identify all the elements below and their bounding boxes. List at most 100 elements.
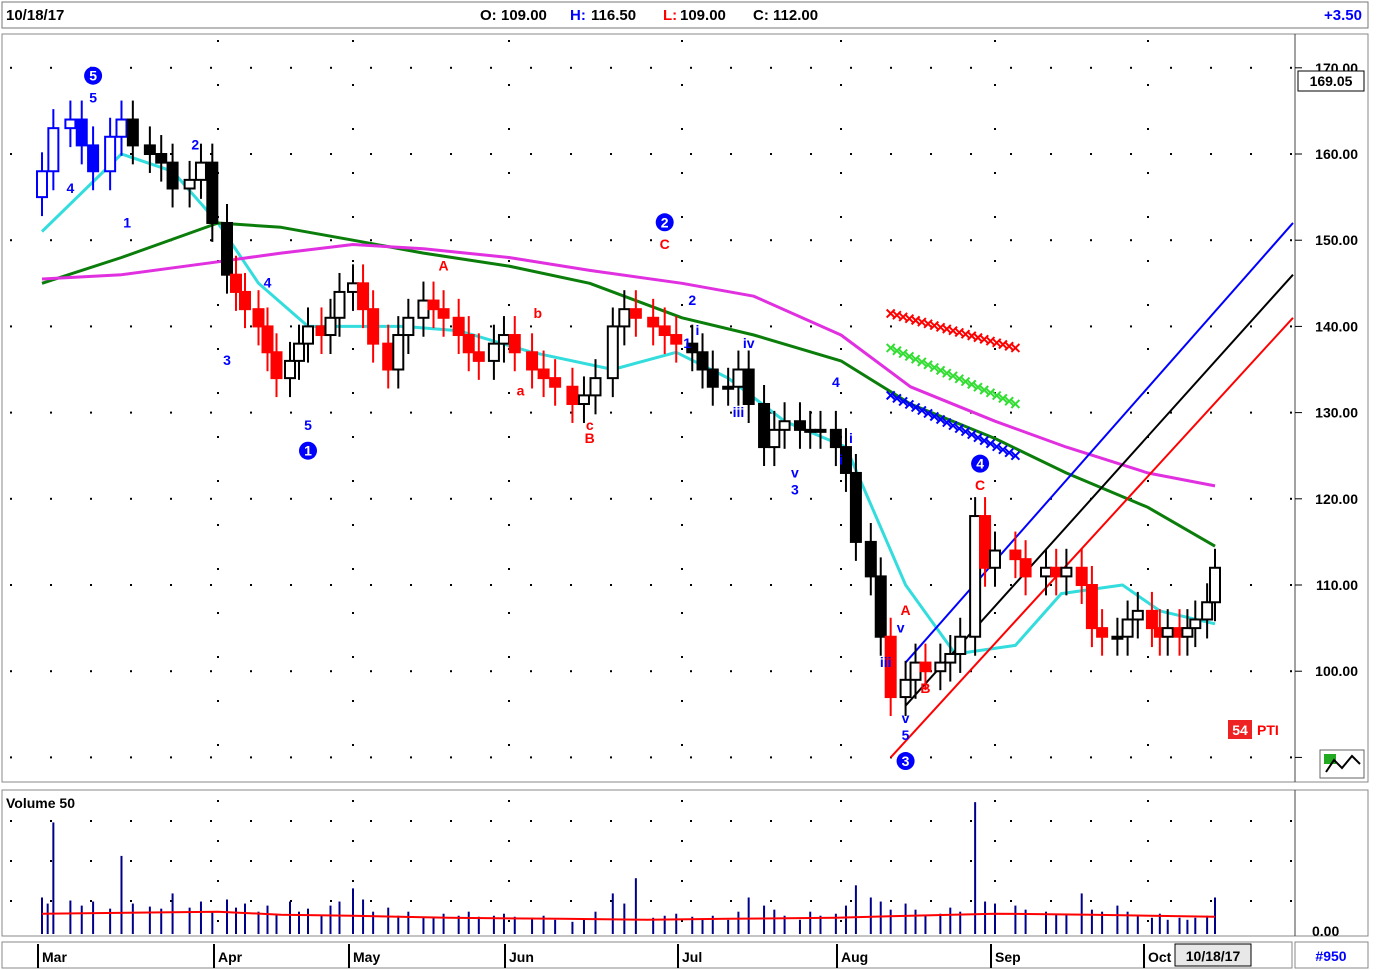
grid-dot [994, 700, 996, 702]
grid-dot [530, 153, 532, 156]
header-open-value: 109.00 [501, 7, 547, 24]
grid-dot [570, 900, 572, 902]
grid-dot [90, 900, 92, 902]
grid-dot [50, 584, 52, 587]
grid-dot [1210, 411, 1212, 414]
grid-dot [970, 900, 972, 902]
grid-dot [1250, 670, 1252, 673]
grid-dot [410, 860, 412, 862]
grid-dot [450, 497, 452, 500]
grid-dot [1147, 480, 1149, 482]
grid-dot [217, 656, 219, 658]
grid-dot [1050, 670, 1052, 673]
y-tick-label: 160.00 [1315, 146, 1358, 162]
grid-dot [890, 820, 892, 822]
volume-bar [531, 917, 534, 934]
grid-dot [930, 239, 932, 242]
chart-thumbnail-icon[interactable] [1319, 749, 1365, 779]
grid-dot [890, 497, 892, 500]
grid-dot [650, 584, 652, 587]
grid-dot [330, 756, 332, 759]
grid-dot [50, 497, 52, 500]
grid-dot [770, 153, 772, 156]
grid-dot [1170, 66, 1172, 69]
volume-bar [199, 901, 202, 934]
grid-dot [1050, 820, 1052, 822]
grid-dot [1210, 900, 1212, 902]
grid-dot [290, 239, 292, 242]
grid-dot [890, 860, 892, 862]
grid-dot [530, 66, 532, 69]
y-tick-label: 120.00 [1315, 491, 1358, 507]
grid-dot [410, 756, 412, 759]
volume-bar [737, 911, 740, 934]
grid-dot [410, 66, 412, 69]
header-close-label: C: [753, 7, 769, 24]
volume-bar [869, 897, 872, 934]
volume-bar [397, 915, 400, 934]
volume-bar [1116, 905, 1119, 934]
grid-dot [508, 216, 510, 218]
wave-label: v [897, 619, 905, 635]
grid-dot [370, 860, 372, 862]
grid-dot [10, 325, 12, 328]
grid-dot [290, 820, 292, 822]
grid-dot [690, 239, 692, 242]
grid-dot [650, 497, 652, 500]
grid-dot [1290, 325, 1292, 328]
grid-dot [170, 860, 172, 862]
grid-dot [1010, 325, 1012, 328]
grid-dot [650, 900, 652, 902]
grid-dot [681, 172, 683, 174]
grid-dot [130, 670, 132, 673]
grid-dot [730, 584, 732, 587]
grid-dot [1130, 820, 1132, 822]
grid-dot [210, 900, 212, 902]
volume-bar [1186, 919, 1189, 934]
grid-dot [1250, 325, 1252, 328]
grid-dot [352, 216, 354, 218]
grid-dot [1090, 820, 1092, 822]
last-price-label: 169.05 [1310, 73, 1353, 89]
volume-bar [1178, 917, 1181, 934]
grid-dot [508, 304, 510, 306]
grid-dot [770, 756, 772, 759]
grid-dot [570, 325, 572, 328]
header-change: +3.50 [1324, 7, 1362, 24]
grid-dot [508, 392, 510, 394]
grid-dot [508, 700, 510, 702]
grid-dot [690, 670, 692, 673]
grid-dot [450, 153, 452, 156]
wave-label: 5 [89, 68, 97, 84]
grid-dot [970, 153, 972, 156]
grid-dot [10, 497, 12, 500]
grid-dot [970, 66, 972, 69]
wave-label: 4 [832, 374, 840, 390]
volume-bar [701, 919, 704, 934]
stock-chart: 10/18/17 O: 109.00 H: 116.50 L: 109.00 C… [0, 0, 1400, 970]
grid-dot [730, 860, 732, 862]
grid-dot [1050, 860, 1052, 862]
grid-dot [217, 392, 219, 394]
grid-dot [90, 239, 92, 242]
grid-dot [994, 304, 996, 306]
grid-dot [730, 900, 732, 902]
grid-dot [610, 670, 612, 673]
grid-dot [170, 497, 172, 500]
grid-dot [370, 584, 372, 587]
grid-dot [330, 584, 332, 587]
grid-dot [130, 584, 132, 587]
grid-dot [1210, 66, 1212, 69]
grid-dot [1050, 239, 1052, 242]
grid-dot [1290, 411, 1292, 414]
grid-dot [130, 497, 132, 500]
wave-label: 1 [304, 443, 312, 459]
grid-dot [50, 820, 52, 822]
grid-dot [810, 820, 812, 822]
grid-dot [90, 584, 92, 587]
grid-dot [290, 497, 292, 500]
volume-bar [467, 911, 470, 934]
grid-dot [450, 670, 452, 673]
grid-dot [970, 497, 972, 500]
wave-label: v [902, 710, 910, 726]
